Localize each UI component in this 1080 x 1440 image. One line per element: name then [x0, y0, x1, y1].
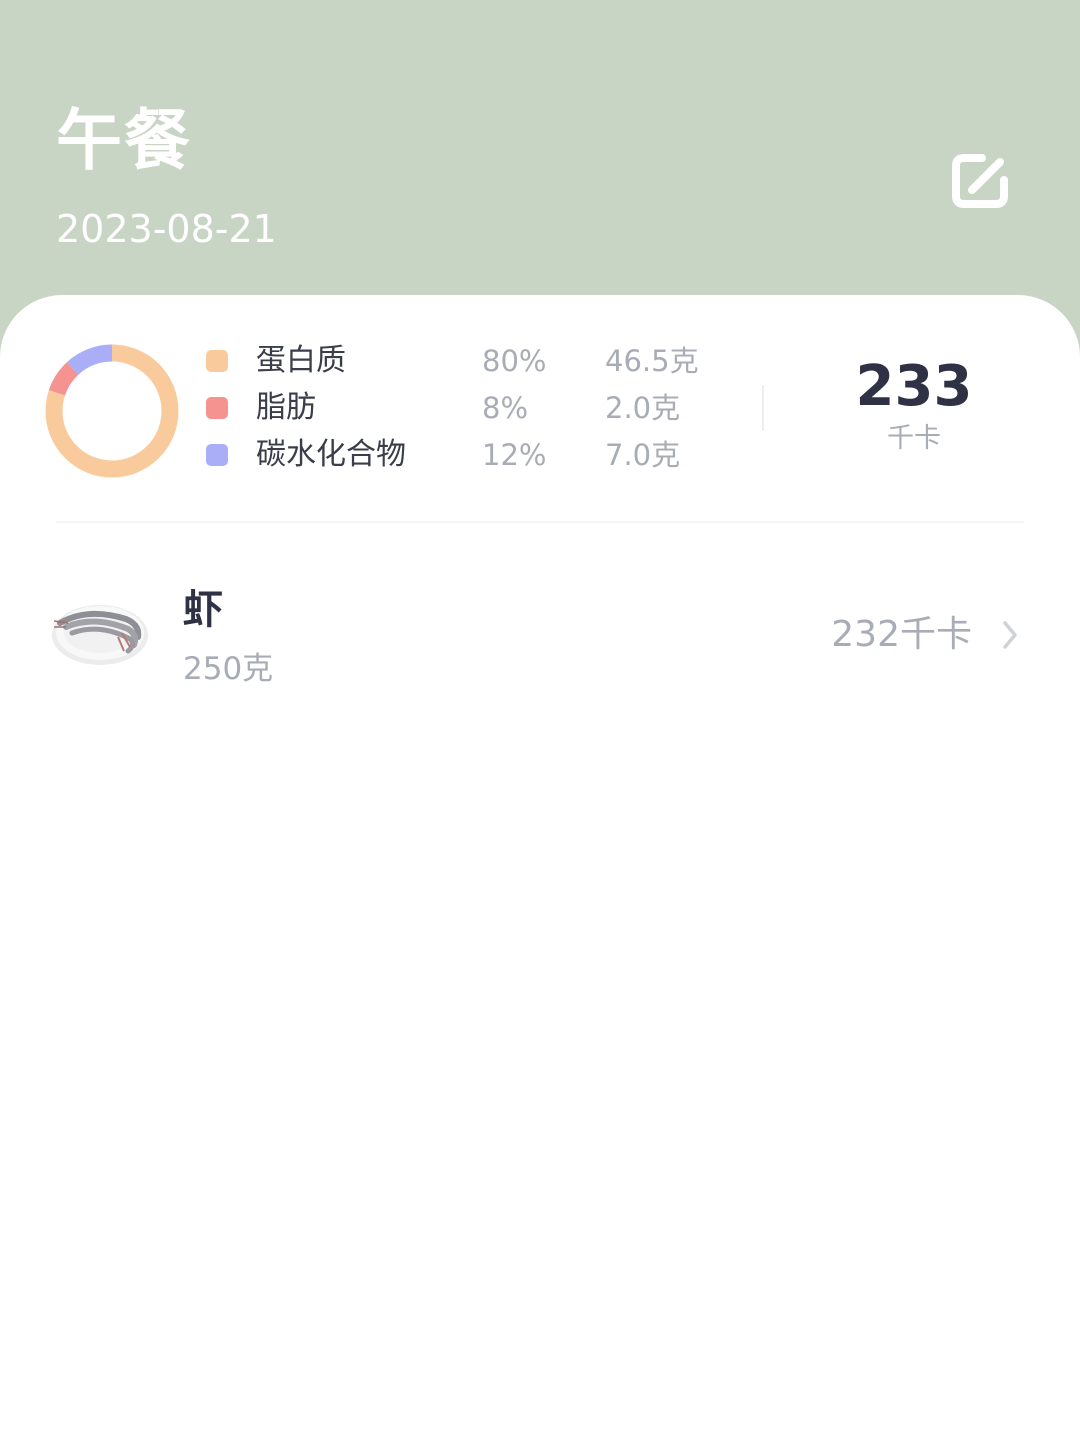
food-item-shrimp[interactable]: 虾 250克 232千卡: [0, 575, 1080, 705]
total-calories: 233: [855, 354, 973, 419]
edit-button[interactable]: [946, 148, 1016, 214]
macro-percent: 80%: [482, 344, 547, 378]
macro-percent: 8%: [482, 391, 529, 425]
shrimp-plate-icon: [52, 605, 148, 665]
meal-title: 午餐: [56, 102, 192, 179]
vertical-divider: [762, 385, 764, 431]
total-calories-unit: 千卡: [887, 423, 941, 454]
meal-card: 蛋白质 80% 46.5克 脂肪 8% 2.0克 碳水化合物 12% 7.0克 …: [0, 295, 1080, 1440]
protein-color-swatch: [206, 350, 228, 372]
macro-name: 碳水化合物: [256, 437, 406, 472]
macro-amount: 2.0克: [605, 391, 681, 425]
macro-amount: 46.5克: [605, 344, 699, 378]
fat-color-swatch: [206, 397, 228, 419]
food-name: 虾: [183, 587, 223, 633]
food-weight: 250克: [183, 651, 274, 687]
macro-row-carbs: 碳水化合物 12% 7.0克: [0, 435, 760, 475]
macro-row-protein: 蛋白质 80% 46.5克: [0, 341, 760, 381]
macro-amount: 7.0克: [605, 438, 681, 472]
meal-date: 2023-08-21: [56, 207, 277, 251]
macro-name: 蛋白质: [256, 343, 346, 378]
chevron-right-icon: [1003, 621, 1017, 649]
section-divider: [56, 521, 1024, 523]
carbs-color-swatch: [206, 444, 228, 466]
edit-icon: [952, 154, 1008, 208]
header: 午餐 2023-08-21: [0, 0, 1080, 330]
food-calories: 232千卡: [831, 614, 972, 655]
macro-percent: 12%: [482, 438, 547, 472]
macro-name: 脂肪: [256, 390, 316, 425]
macro-row-fat: 脂肪 8% 2.0克: [0, 388, 760, 428]
